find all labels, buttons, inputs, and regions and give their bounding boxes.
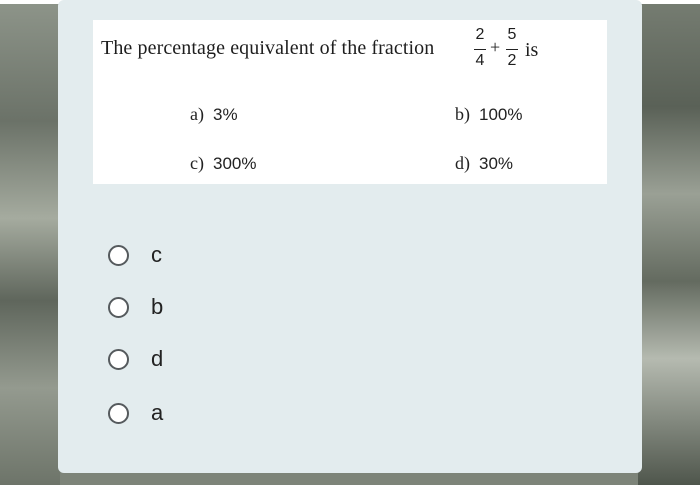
- option-d: d) 30%: [455, 153, 513, 174]
- option-b-letter: b): [455, 104, 470, 124]
- option-a: a) 3%: [190, 104, 238, 125]
- option-c: c) 300%: [190, 153, 256, 174]
- answer-choice-b[interactable]: b: [108, 287, 308, 327]
- option-d-letter: d): [455, 153, 470, 173]
- question-image: The percentage equivalent of the fractio…: [93, 20, 607, 184]
- radio-button[interactable]: [108, 244, 129, 266]
- answer-label[interactable]: d: [151, 346, 163, 372]
- answer-choice-a[interactable]: a: [108, 393, 308, 433]
- fraction1-numerator: 2: [475, 26, 485, 43]
- answer-choice-c[interactable]: c: [108, 235, 308, 275]
- question-suffix: is: [525, 39, 539, 61]
- question-card: The percentage equivalent of the fractio…: [58, 0, 642, 473]
- option-c-value: 300%: [212, 154, 257, 173]
- answer-label[interactable]: c: [151, 242, 162, 268]
- option-a-value: 3%: [212, 105, 238, 124]
- radio-button[interactable]: [108, 402, 129, 424]
- background-left: [0, 0, 60, 485]
- option-b-value: 100%: [479, 105, 523, 124]
- option-c-letter: c): [190, 153, 204, 173]
- fraction2-numerator: 5: [507, 26, 517, 43]
- fraction2-denominator: 2: [507, 52, 517, 69]
- option-d-value: 30%: [479, 154, 514, 173]
- fraction1-denominator: 4: [475, 52, 485, 69]
- fraction2-bar: [506, 49, 518, 50]
- plus-sign: +: [490, 37, 501, 57]
- answer-choice-d[interactable]: d: [108, 339, 308, 379]
- question-text: The percentage equivalent of the fractio…: [101, 37, 435, 59]
- fraction1-bar: [474, 49, 486, 50]
- option-a-letter: a): [190, 104, 204, 124]
- radio-button[interactable]: [108, 296, 129, 318]
- answer-label[interactable]: a: [151, 400, 163, 426]
- answer-label[interactable]: b: [151, 294, 163, 320]
- radio-button[interactable]: [108, 348, 129, 370]
- background-right: [638, 0, 700, 485]
- option-b: b) 100%: [455, 104, 522, 125]
